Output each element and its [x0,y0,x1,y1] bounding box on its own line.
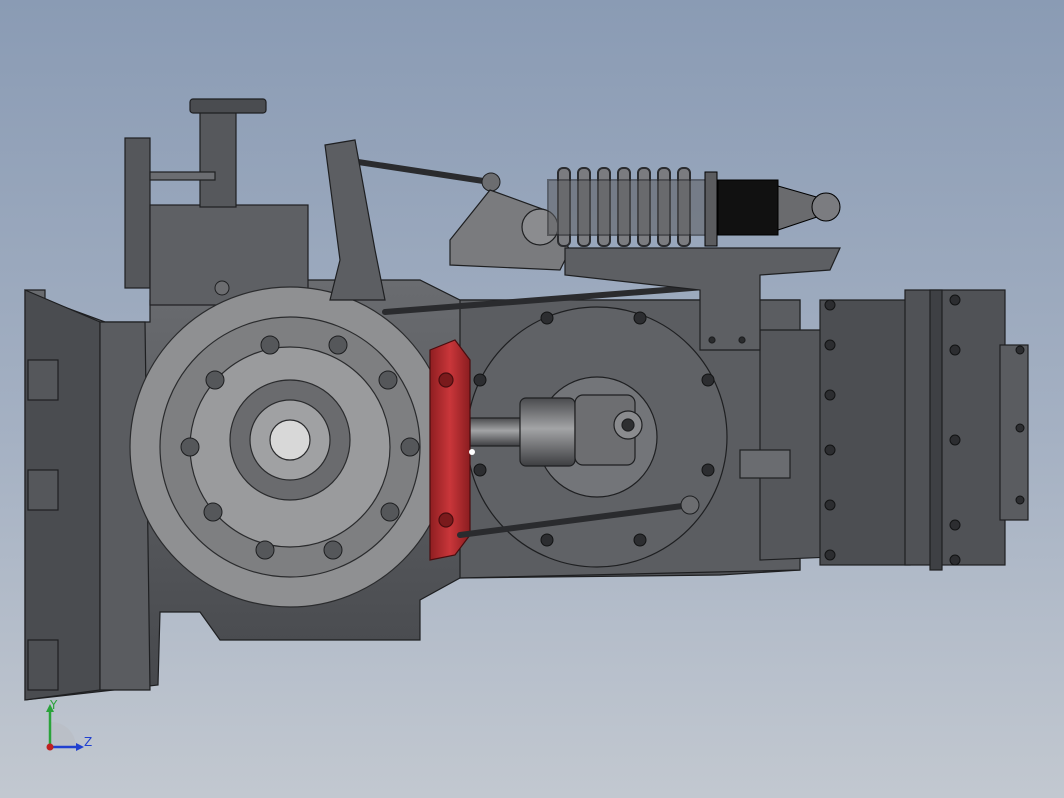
transaxle-assembly-model[interactable] [0,0,1064,798]
triad-quadrant [50,721,77,747]
cad-graphics-area[interactable]: Y Z [0,0,1064,798]
z-arrow-head [76,743,84,751]
coordinate-triad: Y Z [46,700,92,751]
coilover-spring [547,167,714,247]
origin-point [46,743,54,751]
brake-caliper [429,339,475,561]
z-axis-label: Z [84,735,92,749]
damper-body [704,171,841,247]
oil-filler-tower [124,98,309,306]
y-axis-label: Y [49,700,58,712]
